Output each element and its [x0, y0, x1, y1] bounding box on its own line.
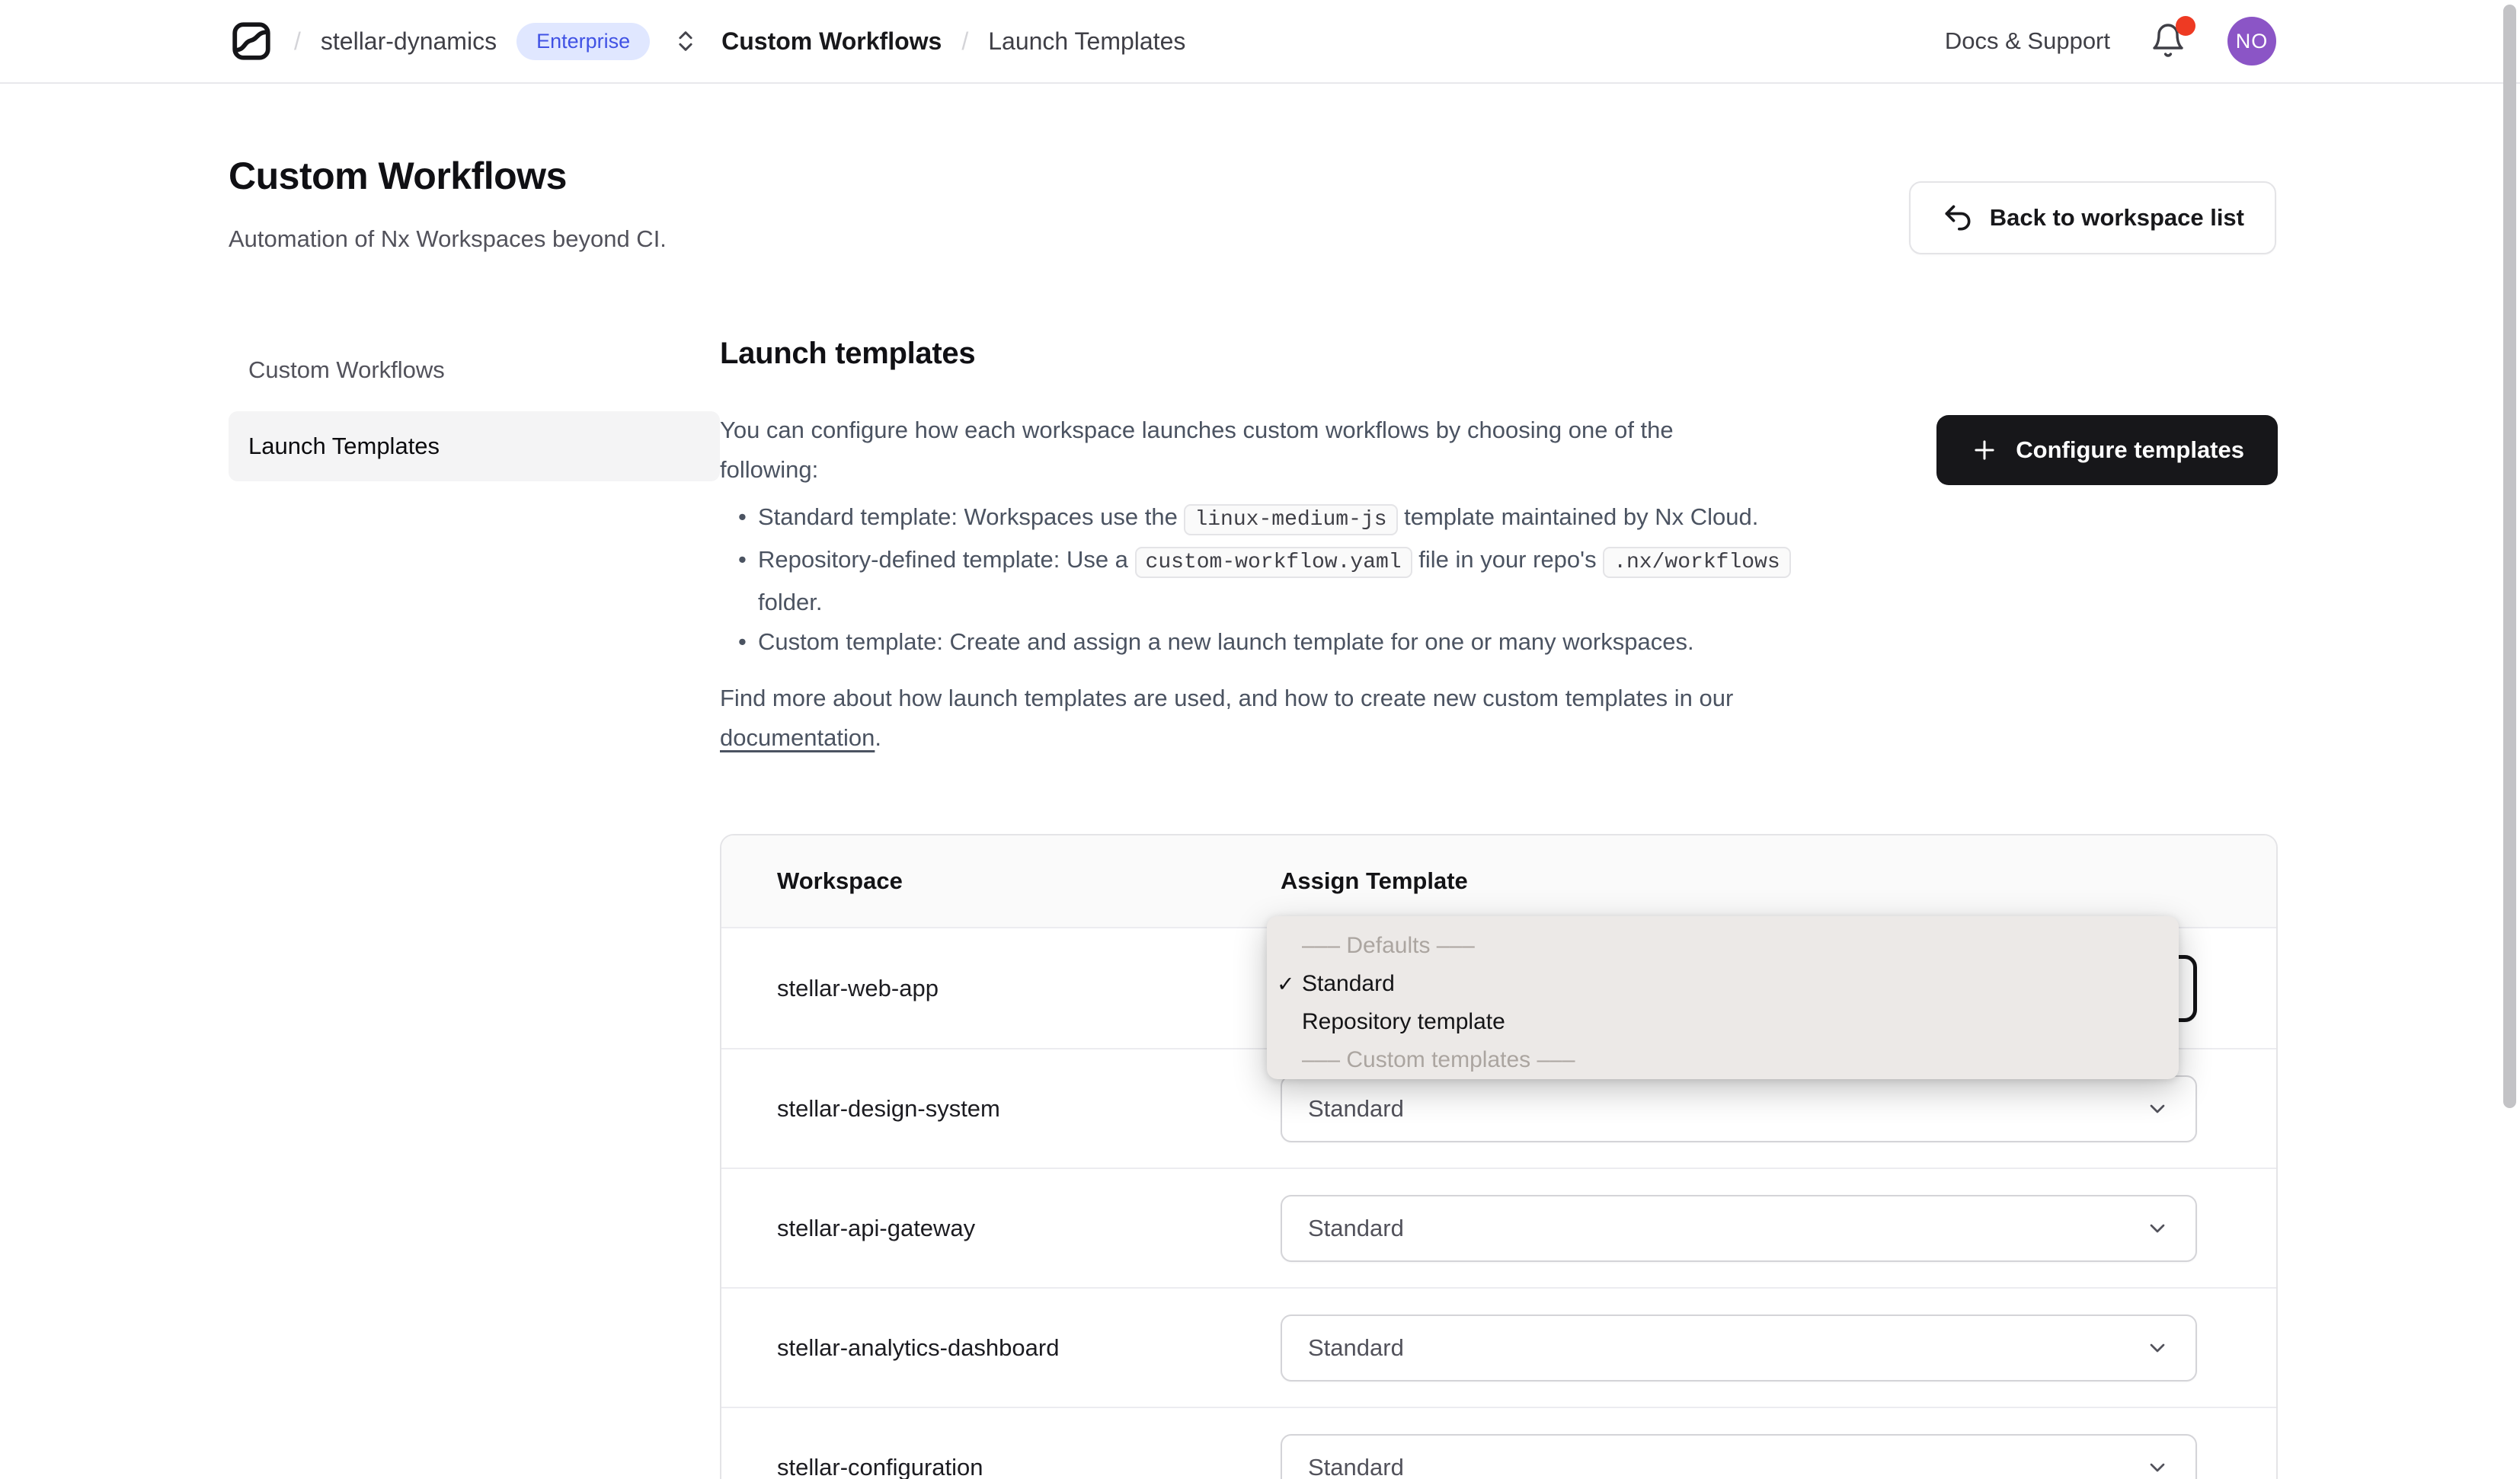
table-row: stellar-web-app Standard ––– Defaults ––… — [721, 915, 2276, 1079]
documentation-link[interactable]: documentation — [720, 724, 875, 751]
dropdown-option-standard[interactable]: ✓ Standard — [1267, 965, 2179, 1003]
plan-badge: Enterprise — [516, 22, 651, 60]
workspace-name: stellar-web-app — [777, 974, 939, 1001]
nx-cloud-logo-icon[interactable] — [229, 18, 274, 64]
page-subtitle: Automation of Nx Workspaces beyond CI. — [229, 225, 667, 252]
workspace-name: stellar-design-system — [777, 1094, 1000, 1122]
breadcrumb: / stellar-dynamics Enterprise Custom Wor… — [229, 18, 1185, 64]
notification-dot — [2176, 16, 2195, 36]
configure-button-label: Configure templates — [2016, 436, 2244, 463]
column-header-assign-template: Assign Template — [1281, 867, 1468, 894]
bullet-marker: • — [738, 546, 747, 573]
vertical-scrollbar-thumb[interactable] — [2503, 5, 2516, 1108]
intro-line-1: You can configure how each workspace lau… — [720, 417, 1674, 443]
documentation-note: Find more about how launch templates are… — [720, 685, 1734, 751]
table-header-row: Workspace Assign Template — [721, 835, 2276, 928]
top-navigation-bar: / stellar-dynamics Enterprise Custom Wor… — [0, 0, 2520, 84]
topbar-actions: Docs & Support NO — [1945, 16, 2276, 65]
bullet-marker: • — [738, 628, 747, 655]
back-button-label: Back to workspace list — [1989, 204, 2244, 231]
table-row: stellar-configuration Standard — [721, 1407, 2276, 1479]
select-value: Standard — [1308, 1453, 1404, 1479]
back-to-workspace-list-button[interactable]: Back to workspace list — [1908, 181, 2276, 254]
template-select-stellar-analytics-dashboard[interactable]: Standard — [1281, 1314, 2197, 1382]
chevron-down-icon — [2145, 1336, 2170, 1360]
workspace-template-table: Workspace Assign Template stellar-web-ap… — [720, 834, 2278, 1479]
template-select-stellar-design-system[interactable]: Standard — [1281, 1075, 2197, 1142]
bullet-marker: • — [738, 503, 747, 530]
sidenav-item-custom-workflows[interactable]: Custom Workflows — [229, 337, 720, 404]
template-options-list: • Standard template: Workspaces use the … — [720, 497, 1791, 662]
select-value: Standard — [1308, 1214, 1404, 1241]
chevron-down-icon — [2145, 1455, 2170, 1479]
notifications-bell-icon[interactable] — [2150, 16, 2195, 62]
list-item: • Standard template: Workspaces use the … — [720, 497, 1791, 540]
app-window: / stellar-dynamics Enterprise Custom Wor… — [0, 0, 2520, 1479]
table-row: stellar-api-gateway Standard — [721, 1168, 2276, 1287]
chevron-down-icon — [2145, 1097, 2170, 1121]
breadcrumb-separator: / — [961, 27, 969, 55]
configure-templates-button[interactable]: Configure templates — [1936, 415, 2278, 485]
table-row: stellar-analytics-dashboard Standard — [721, 1287, 2276, 1407]
breadcrumb-org[interactable]: stellar-dynamics — [321, 27, 497, 56]
template-select-stellar-configuration[interactable]: Standard — [1281, 1433, 2197, 1479]
select-value: Standard — [1308, 1334, 1404, 1361]
section-heading: Launch templates — [720, 337, 976, 370]
user-avatar[interactable]: NO — [2227, 17, 2276, 65]
workspace-name: stellar-configuration — [777, 1453, 983, 1479]
checkmark-icon: ✓ — [1277, 972, 1295, 995]
org-switcher-chevrons-icon[interactable] — [673, 28, 699, 54]
workspace-name: stellar-analytics-dashboard — [777, 1334, 1060, 1361]
undo-arrow-icon — [1941, 201, 1975, 235]
select-value: Standard — [1308, 1094, 1404, 1122]
breadcrumb-page: Launch Templates — [988, 27, 1186, 55]
dropdown-group-defaults: ––– Defaults ––– — [1302, 932, 1475, 958]
plus-icon — [1970, 436, 1999, 465]
content-area: Custom Workflows Launch Templates Launch… — [0, 254, 2520, 1479]
page-header: Custom Workflows Automation of Nx Worksp… — [0, 84, 2520, 254]
list-item: • Custom template: Create and assign a n… — [720, 622, 1791, 662]
list-item: • Repository-defined template: Use a cus… — [720, 540, 1791, 622]
chevron-down-icon — [2145, 1216, 2170, 1241]
dropdown-option-repository-template[interactable]: Repository template — [1267, 1003, 2179, 1041]
breadcrumb-section[interactable]: Custom Workflows — [721, 27, 942, 56]
page-title: Custom Workflows — [229, 155, 567, 197]
template-dropdown-menu: ––– Defaults ––– ✓ Standard Repository t… — [1267, 915, 2179, 1079]
intro-line-2: following: — [720, 456, 819, 483]
code-chip: custom-workflow.yaml — [1134, 547, 1412, 578]
template-select-stellar-api-gateway[interactable]: Standard — [1281, 1194, 2197, 1262]
breadcrumb-separator: / — [294, 27, 301, 55]
docs-support-link[interactable]: Docs & Support — [1945, 27, 2110, 55]
section-description: You can configure how each workspace lau… — [720, 410, 1791, 758]
workspace-name: stellar-api-gateway — [777, 1214, 976, 1241]
settings-sidenav: Custom Workflows Launch Templates — [229, 337, 720, 481]
code-chip: linux-medium-js — [1184, 504, 1398, 535]
dropdown-group-custom-templates: ––– Custom templates ––– — [1302, 1046, 1575, 1072]
main-panel: Launch templates You can configure how e… — [720, 337, 2278, 1479]
column-header-workspace: Workspace — [777, 867, 903, 894]
sidenav-item-launch-templates[interactable]: Launch Templates — [229, 411, 720, 481]
code-chip: .nx/workflows — [1603, 547, 1791, 578]
